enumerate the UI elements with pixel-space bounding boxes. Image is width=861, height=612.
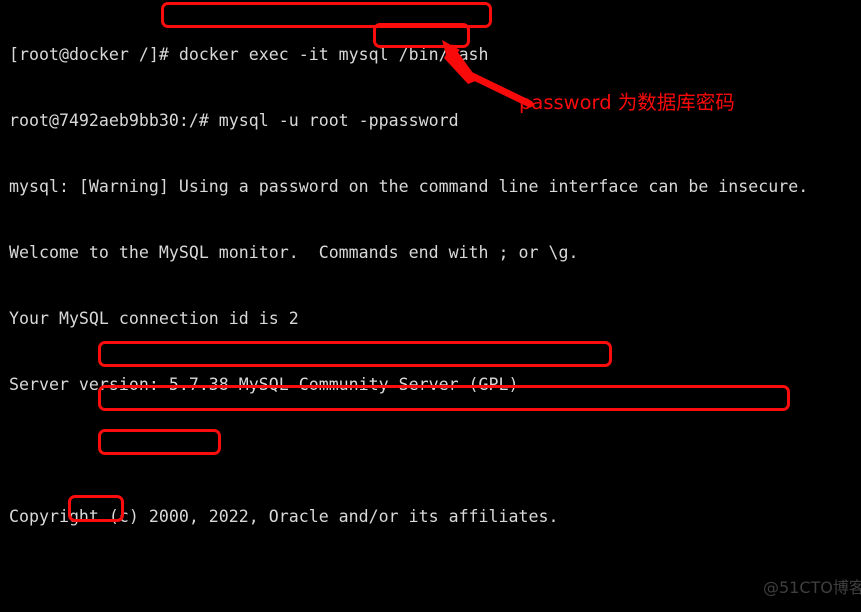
terminal-line: Welcome to the MySQL monitor. Commands e… <box>9 243 579 262</box>
terminal-line: Server version: 5.7.38 MySQL Community S… <box>9 375 519 394</box>
terminal-line: [root@docker /]# docker exec -it mysql /… <box>9 45 489 64</box>
annotation-note: password 为数据库密码 <box>519 91 735 114</box>
terminal-line: Copyright (c) 2000, 2022, Oracle and/or … <box>9 507 559 526</box>
terminal-screen: [root@docker /]# docker exec -it mysql /… <box>0 0 861 612</box>
watermark: @51CTO博客 <box>763 578 861 597</box>
terminal-line: Your MySQL connection id is 2 <box>9 309 299 328</box>
terminal-line: mysql: [Warning] Using a password on the… <box>9 177 809 196</box>
